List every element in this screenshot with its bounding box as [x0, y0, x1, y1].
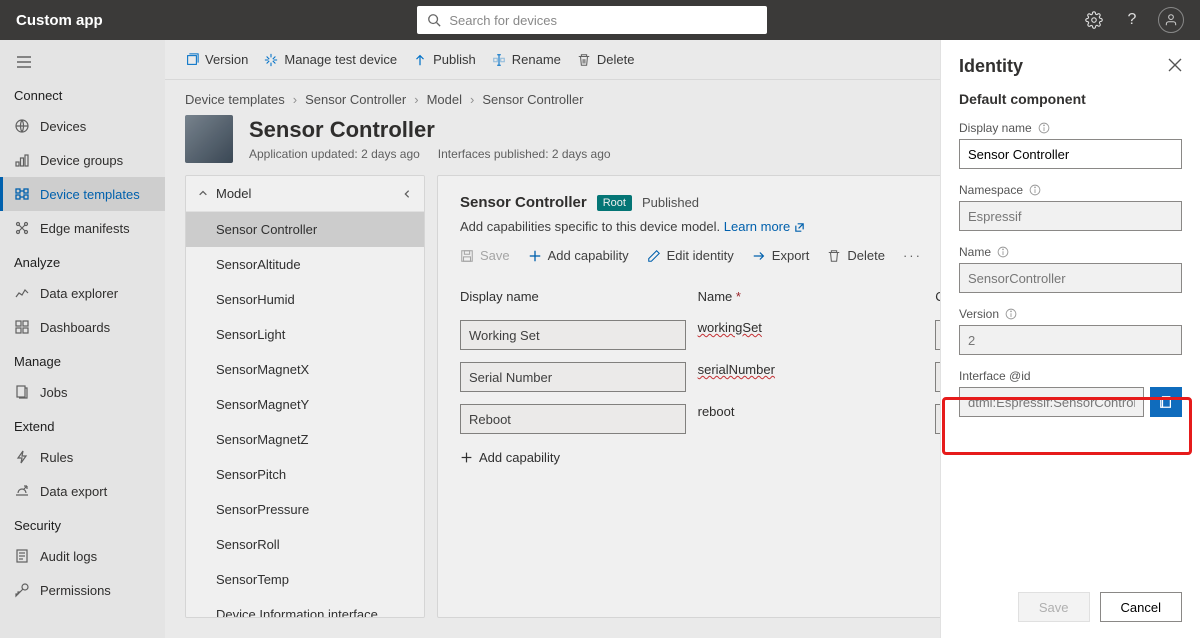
delete-capability-button[interactable]: Delete	[827, 248, 885, 263]
account-icon[interactable]	[1158, 7, 1184, 33]
template-thumbnail	[185, 115, 233, 163]
nav-item-dashboards[interactable]: Dashboards	[0, 310, 165, 344]
display-name-input[interactable]	[959, 139, 1182, 169]
chevron-left-icon[interactable]	[402, 189, 412, 199]
app-name: Custom app	[16, 12, 103, 29]
name-input[interactable]: reboot	[698, 404, 936, 419]
namespace-label: Namespace	[959, 183, 1182, 197]
topbar: Custom app Search for devices ?	[0, 0, 1200, 40]
interfaces-published-text: Interfaces published: 2 days ago	[438, 147, 611, 161]
nav-item-devices[interactable]: Devices	[0, 109, 165, 143]
interface-id-label: Interface @id	[959, 369, 1182, 383]
name-input[interactable]	[959, 263, 1182, 293]
chevron-down-icon	[198, 189, 208, 199]
left-nav: ConnectDevicesDevice groupsDevice templa…	[0, 40, 165, 638]
rename-button[interactable]: Rename	[492, 52, 561, 67]
display-name-label: Display name	[959, 121, 1182, 135]
nav-section: Security	[0, 508, 165, 539]
col-display-name: Display name	[460, 289, 698, 308]
info-icon	[1038, 122, 1050, 134]
capability-desc: Add capabilities specific to this device…	[460, 219, 720, 234]
display-name-input[interactable]	[460, 404, 686, 434]
nav-item-permissions[interactable]: Permissions	[0, 573, 165, 607]
nav-item-edge-manifests[interactable]: Edge manifests	[0, 211, 165, 245]
tree-node[interactable]: SensorHumid	[186, 282, 424, 317]
namespace-input[interactable]	[959, 201, 1182, 231]
capability-title: Sensor Controller	[460, 194, 587, 211]
identity-title: Identity	[959, 56, 1023, 77]
col-name: Name *	[698, 289, 936, 308]
tree-node[interactable]: Sensor Controller	[186, 212, 424, 247]
help-icon[interactable]: ?	[1120, 8, 1144, 32]
nav-item-jobs[interactable]: Jobs	[0, 375, 165, 409]
info-icon	[997, 246, 1009, 258]
version-label: Version	[959, 307, 1182, 321]
chevron-right-icon: ›	[470, 92, 474, 107]
tree-node[interactable]: SensorMagnetY	[186, 387, 424, 422]
tree-node[interactable]: SensorAltitude	[186, 247, 424, 282]
breadcrumb-item[interactable]: Device templates	[185, 92, 285, 107]
tree-node[interactable]: SensorMagnetZ	[186, 422, 424, 457]
breadcrumb-item[interactable]: Sensor Controller	[305, 92, 406, 107]
panel-save-button[interactable]: Save	[1018, 592, 1090, 622]
edit-identity-button[interactable]: Edit identity	[647, 248, 734, 263]
chevron-right-icon: ›	[293, 92, 297, 107]
name-input[interactable]: serialNumber	[698, 362, 936, 377]
save-button[interactable]: Save	[460, 248, 510, 263]
nav-item-audit-logs[interactable]: Audit logs	[0, 539, 165, 573]
tree-node[interactable]: SensorPressure	[186, 492, 424, 527]
root-badge: Root	[597, 195, 632, 211]
nav-item-rules[interactable]: Rules	[0, 440, 165, 474]
panel-cancel-button[interactable]: Cancel	[1100, 592, 1182, 622]
learn-more-link[interactable]: Learn more	[724, 219, 805, 234]
tree-node[interactable]: SensorTemp	[186, 562, 424, 597]
tree-node[interactable]: SensorRoll	[186, 527, 424, 562]
model-tree: Model Sensor ControllerSensorAltitudeSen…	[185, 175, 425, 618]
page-title: Sensor Controller	[249, 117, 611, 143]
search-placeholder: Search for devices	[449, 13, 557, 28]
close-icon[interactable]	[1168, 58, 1182, 75]
more-button[interactable]: ···	[903, 248, 922, 263]
nav-item-data-explorer[interactable]: Data explorer	[0, 276, 165, 310]
version-input[interactable]	[959, 325, 1182, 355]
tree-node[interactable]: SensorMagnetX	[186, 352, 424, 387]
nav-item-device-templates[interactable]: Device templates	[0, 177, 165, 211]
name-label: Name	[959, 245, 1182, 259]
identity-panel: Identity Default component Display name …	[940, 40, 1200, 638]
search-box[interactable]: Search for devices	[417, 6, 767, 34]
name-input[interactable]: workingSet	[698, 320, 936, 335]
model-tree-header[interactable]: Model	[186, 176, 424, 212]
tree-node[interactable]: SensorPitch	[186, 457, 424, 492]
published-label: Published	[642, 195, 699, 210]
nav-section: Extend	[0, 409, 165, 440]
manage-test-device-button[interactable]: Manage test device	[264, 52, 397, 67]
interface-id-input[interactable]	[959, 387, 1144, 417]
copy-button[interactable]	[1150, 387, 1182, 417]
nav-item-data-export[interactable]: Data export	[0, 474, 165, 508]
settings-icon[interactable]	[1082, 8, 1106, 32]
nav-section: Connect	[0, 78, 165, 109]
nav-section: Analyze	[0, 245, 165, 276]
identity-subtitle: Default component	[959, 91, 1182, 107]
delete-button[interactable]: Delete	[577, 52, 635, 67]
copy-icon	[1159, 395, 1173, 409]
breadcrumb-item: Sensor Controller	[482, 92, 583, 107]
app-updated-text: Application updated: 2 days ago	[249, 147, 420, 161]
display-name-input[interactable]	[460, 362, 686, 392]
tree-node[interactable]: SensorLight	[186, 317, 424, 352]
publish-button[interactable]: Publish	[413, 52, 476, 67]
display-name-input[interactable]	[460, 320, 686, 350]
version-button[interactable]: Version	[185, 52, 248, 67]
nav-item-device-groups[interactable]: Device groups	[0, 143, 165, 177]
tree-node[interactable]: Device Information interface	[186, 597, 424, 618]
search-icon	[427, 13, 441, 27]
nav-section: Manage	[0, 344, 165, 375]
breadcrumb-item[interactable]: Model	[427, 92, 462, 107]
info-icon	[1005, 308, 1017, 320]
add-capability-button[interactable]: Add capability	[528, 248, 629, 263]
hamburger-icon[interactable]	[0, 46, 165, 78]
info-icon	[1029, 184, 1041, 196]
chevron-right-icon: ›	[414, 92, 418, 107]
export-button[interactable]: Export	[752, 248, 810, 263]
